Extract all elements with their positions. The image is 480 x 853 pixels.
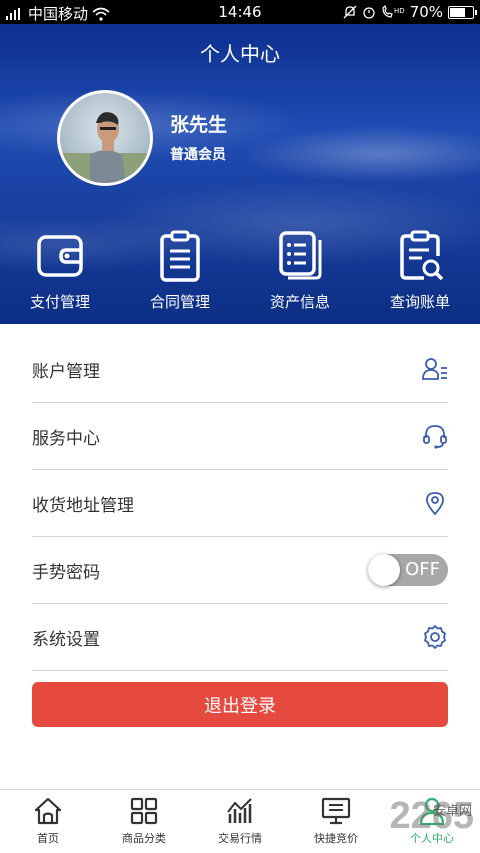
avatar[interactable] [57, 90, 153, 186]
search-bill-icon [400, 230, 444, 281]
menu-item-account[interactable]: 账户管理 [32, 336, 448, 403]
status-bar: 中国移动 14:46 HD 70% [0, 0, 480, 24]
monitor-icon [321, 797, 351, 825]
menu-item-label: 系统设置 [32, 629, 100, 650]
menu-item-label: 收货地址管理 [32, 495, 134, 516]
battery-text: 70% [409, 3, 443, 21]
mute-bell-icon [343, 5, 357, 19]
nav-item-market[interactable]: 交易行情 [192, 790, 288, 853]
nav-label: 商品分类 [122, 832, 166, 845]
avatar-photo [60, 112, 150, 183]
nav-item-category[interactable]: 商品分类 [96, 790, 192, 853]
nav-item-home[interactable]: 首页 [0, 790, 96, 853]
battery-fill [450, 7, 465, 17]
quick-action-label: 支付管理 [29, 293, 90, 311]
document-list-icon [279, 231, 322, 280]
svg-text:HD: HD [394, 7, 405, 15]
menu-item-service[interactable]: 服务中心 [32, 403, 448, 470]
toggle-state-text: OFF [405, 559, 440, 580]
quick-action-contract[interactable]: 合同管理 [120, 230, 240, 312]
profile-header: 个人中心 张先生 普通会员 支付管理 合同管理 资产信息 查询账单 [0, 24, 480, 324]
gesture-password-toggle[interactable]: OFF [368, 554, 448, 586]
watermark-sub: 安卓网 [432, 804, 472, 819]
wallet-icon [37, 235, 83, 277]
grid-icon [130, 797, 158, 825]
menu-item-system-settings[interactable]: 系统设置 [32, 604, 448, 671]
quick-action-payment[interactable]: 支付管理 [0, 230, 120, 312]
logout-button[interactable]: 退出登录 [32, 682, 448, 727]
page-title: 个人中心 [200, 42, 280, 66]
nav-label: 首页 [37, 832, 59, 845]
location-icon [426, 492, 444, 516]
hd-call-icon: HD [382, 5, 405, 18]
menu-item-address[interactable]: 收货地址管理 [32, 470, 448, 537]
toggle-knob [368, 554, 400, 586]
user-level: 普通会员 [170, 147, 226, 163]
quick-action-label: 资产信息 [269, 293, 330, 311]
nav-label: 快捷竞价 [314, 832, 358, 845]
quick-action-label: 合同管理 [149, 293, 210, 311]
settings-menu: 账户管理 服务中心 收货地址管理 手势密码 OFF 系统设置 [32, 336, 448, 671]
menu-item-gesture-password: 手势密码 OFF [32, 537, 448, 604]
quick-action-assets[interactable]: 资产信息 [240, 230, 360, 312]
headset-icon [423, 425, 447, 449]
nav-label: 交易行情 [218, 832, 262, 845]
status-right: HD 70% [343, 3, 477, 21]
user-name: 张先生 [170, 114, 228, 136]
menu-item-label: 服务中心 [32, 428, 100, 449]
menu-item-label: 手势密码 [32, 562, 100, 583]
home-icon [34, 797, 62, 825]
gear-icon [424, 625, 446, 649]
quick-action-bill[interactable]: 查询账单 [360, 230, 480, 312]
quick-action-label: 查询账单 [389, 293, 450, 311]
chart-icon [227, 798, 252, 823]
alarm-icon [363, 7, 375, 19]
quick-actions: 支付管理 合同管理 资产信息 查询账单 [0, 230, 480, 312]
menu-item-label: 账户管理 [32, 361, 100, 382]
battery-icon [448, 5, 477, 19]
nav-item-quick-bid[interactable]: 快捷竞价 [288, 790, 384, 853]
account-icon [422, 358, 447, 380]
clipboard-icon [160, 230, 200, 282]
